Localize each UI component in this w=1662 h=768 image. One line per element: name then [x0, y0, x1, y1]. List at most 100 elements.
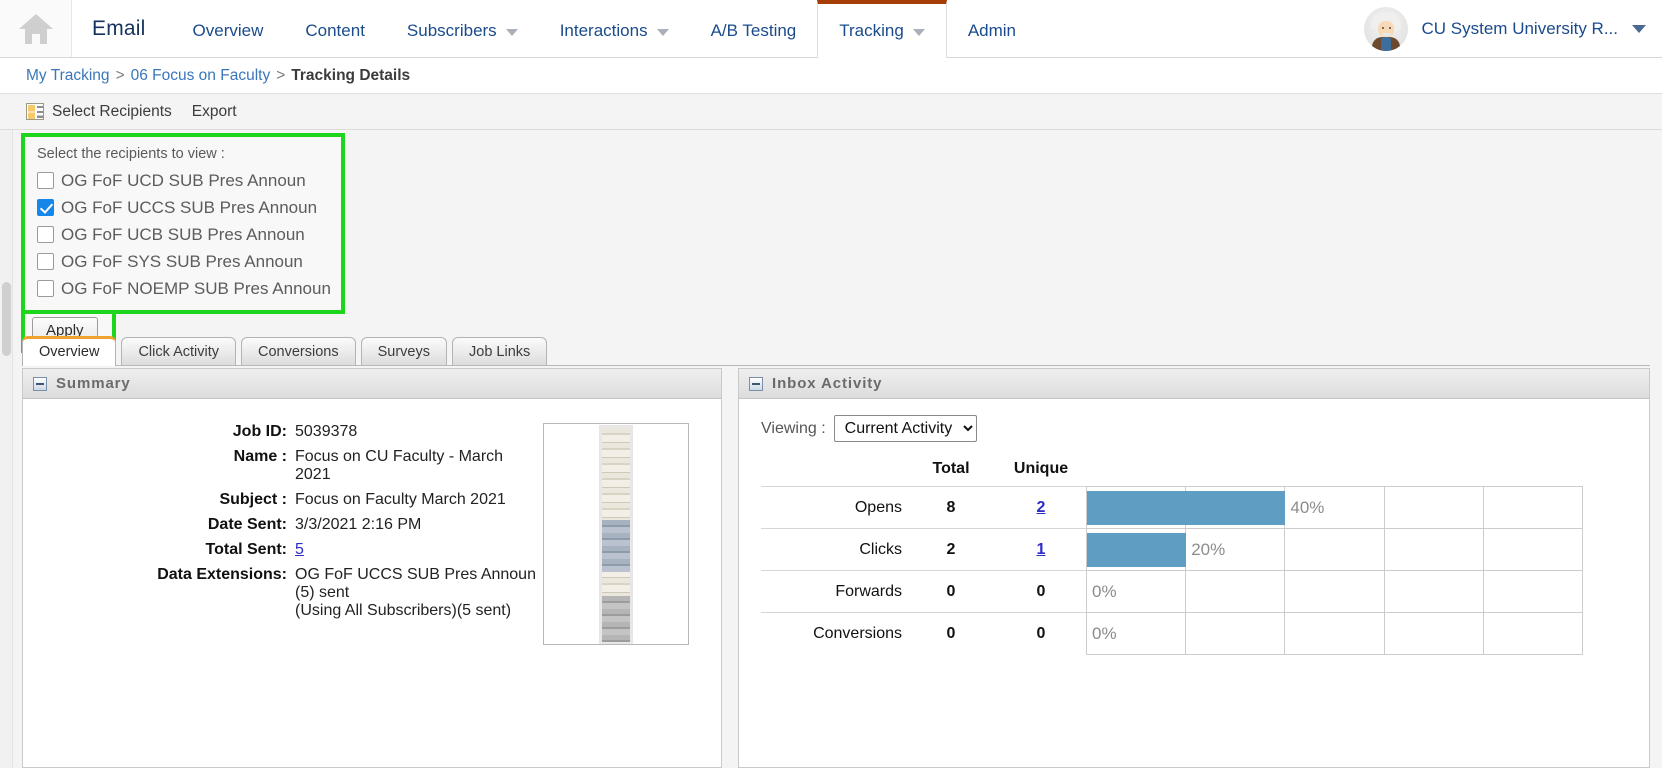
recipient-option-sys[interactable]: OG FoF SYS SUB Pres Announ [37, 248, 327, 275]
email-preview-content [602, 428, 630, 642]
table-row-clicks: Clicks 2 1 [761, 528, 1086, 571]
bar-clicks [1087, 533, 1187, 567]
chart-row-clicks: 20% [1087, 529, 1584, 571]
collapse-icon[interactable] [749, 376, 763, 391]
nav-item-label: Content [305, 20, 365, 40]
nav-item-ab-testing[interactable]: A/B Testing [690, 0, 818, 57]
summary-value-job-id: 5039378 [295, 423, 358, 440]
summary-panel: Summary Job ID: 5039378 Name : Focus on … [22, 368, 722, 768]
chevron-down-icon[interactable] [1632, 24, 1646, 33]
breadcrumb-link-my-tracking[interactable]: My Tracking [26, 67, 110, 85]
recipient-option-noemp[interactable]: OG FoF NOEMP SUB Pres Announ [37, 275, 331, 302]
metric-label-opens: Opens [761, 486, 906, 529]
recipient-label: OG FoF UCD SUB Pres Announ [61, 170, 306, 190]
nav-item-overview[interactable]: Overview [172, 0, 285, 57]
nav-item-label: A/B Testing [710, 20, 797, 40]
summary-value-date-sent: 3/3/2021 2:16 PM [295, 516, 422, 533]
home-icon [18, 13, 53, 44]
avatar [1363, 6, 1408, 51]
bar-label-conversions: 0% [1092, 623, 1117, 643]
inbox-activity-panel-header: Inbox Activity [739, 369, 1649, 399]
summary-key-total-sent: Total Sent: [205, 541, 287, 558]
tab-job-links[interactable]: Job Links [452, 337, 548, 365]
tab-click-activity[interactable]: Click Activity [121, 337, 237, 365]
viewing-filter: Viewing : Current Activity [761, 415, 1649, 442]
recipient-selector-box: Select the recipients to view : OG FoF U… [21, 133, 345, 314]
collapse-icon[interactable] [33, 376, 47, 391]
breadcrumb-link-focus-on-faculty[interactable]: 06 Focus on Faculty [131, 67, 271, 85]
tab-label: Overview [39, 344, 100, 360]
nav-item-interactions[interactable]: Interactions [539, 0, 690, 57]
export-button[interactable]: Export [192, 103, 237, 121]
summary-value-total-sent-link[interactable]: 5 [295, 541, 304, 558]
tab-overview[interactable]: Overview [22, 336, 117, 366]
column-header-metric [761, 460, 906, 487]
home-button[interactable] [0, 0, 72, 57]
user-menu[interactable]: CU System University R... [1363, 0, 1662, 57]
chart-gridlines [1087, 613, 1584, 654]
nav-item-label: Subscribers [406, 20, 497, 40]
activity-bar-chart: 40% 20% 0% 0% [1086, 486, 1584, 655]
recipient-label: OG FoF SYS SUB Pres Announ [61, 251, 303, 271]
inbox-activity-panel-title: Inbox Activity [772, 375, 883, 392]
metric-total-opens: 8 [906, 486, 996, 529]
summary-panel-header: Summary [23, 369, 721, 399]
metric-label-clicks: Clicks [761, 528, 906, 571]
nav-item-content[interactable]: Content [284, 0, 386, 57]
checkbox-uccs[interactable] [37, 199, 54, 216]
nav-item-tracking[interactable]: Tracking [817, 0, 947, 58]
bar-label-opens: 40% [1290, 497, 1325, 517]
recipient-option-uccs[interactable]: OG FoF UCCS SUB Pres Announ [37, 194, 327, 221]
table-header-row: Total Unique [761, 460, 1086, 487]
user-name: CU System University R... [1421, 18, 1618, 38]
chart-gridlines [1087, 571, 1584, 612]
primary-nav: Overview Content Subscribers Interaction… [172, 0, 1038, 58]
recipient-label: OG FoF UCCS SUB Pres Announ [61, 197, 318, 217]
summary-key-name: Name : [233, 448, 287, 465]
checkbox-noemp[interactable] [37, 280, 54, 297]
tab-conversions[interactable]: Conversions [241, 337, 356, 365]
metric-label-forwards: Forwards [761, 570, 906, 613]
metric-unique-opens-link[interactable]: 2 [1037, 499, 1046, 516]
chevron-down-icon [505, 28, 518, 36]
chart-row-opens: 40% [1087, 487, 1584, 529]
page-scrollbar[interactable] [0, 130, 13, 768]
recipient-selector: Select the recipients to view : OG FoF U… [21, 133, 345, 353]
recipient-option-ucb[interactable]: OG FoF UCB SUB Pres Announ [37, 221, 327, 248]
table-row-opens: Opens 8 2 [761, 486, 1086, 529]
scrollbar-thumb[interactable] [2, 282, 11, 356]
chart-row-forwards: 0% [1087, 571, 1584, 613]
inbox-activity-panel: Inbox Activity Viewing : Current Activit… [738, 368, 1650, 768]
metric-unique-forwards: 0 [996, 570, 1086, 613]
checkbox-sys[interactable] [37, 253, 54, 270]
summary-value-data-extensions-line2: (Using All Subscribers)(5 sent) [295, 602, 512, 619]
viewing-select[interactable]: Current Activity [833, 415, 977, 442]
chart-row-conversions: 0% [1087, 613, 1584, 655]
tab-surveys[interactable]: Surveys [360, 337, 447, 365]
summary-details: Job ID: 5039378 Name : Focus on CU Facul… [137, 415, 543, 767]
nav-item-admin[interactable]: Admin [947, 0, 1037, 57]
select-recipients-button[interactable]: Select Recipients [26, 103, 172, 121]
bar-label-forwards: 0% [1092, 581, 1117, 601]
recipient-option-ucd[interactable]: OG FoF UCD SUB Pres Announ [37, 167, 327, 194]
checkbox-ucd[interactable] [37, 172, 54, 189]
tab-label: Job Links [469, 344, 531, 360]
summary-panel-title: Summary [56, 375, 131, 392]
metric-unique-clicks-link[interactable]: 1 [1037, 541, 1046, 558]
action-toolbar: Select Recipients Export [0, 94, 1662, 130]
table-row-conversions: Conversions 0 0 [761, 612, 1086, 655]
breadcrumb: My Tracking > 06 Focus on Faculty > Trac… [0, 58, 1662, 94]
activity-table: Total Unique Opens 8 2 Clicks 2 1 Forwar… [761, 460, 1086, 655]
checkbox-ucb[interactable] [37, 226, 54, 243]
metric-unique-conversions: 0 [996, 612, 1086, 655]
top-navigation-bar: Email Overview Content Subscribers Inter… [0, 0, 1662, 58]
chevron-down-icon [656, 28, 669, 36]
email-preview-thumbnail[interactable] [543, 423, 689, 645]
activity-chart-layout: Total Unique Opens 8 2 Clicks 2 1 Forwar… [761, 460, 1649, 655]
tab-label: Click Activity [138, 344, 220, 360]
panels-container: Summary Job ID: 5039378 Name : Focus on … [22, 368, 1650, 768]
nav-item-label: Tracking [839, 20, 904, 40]
nav-item-label: Overview [192, 20, 264, 40]
breadcrumb-separator: > [276, 66, 286, 84]
nav-item-subscribers[interactable]: Subscribers [386, 0, 539, 57]
